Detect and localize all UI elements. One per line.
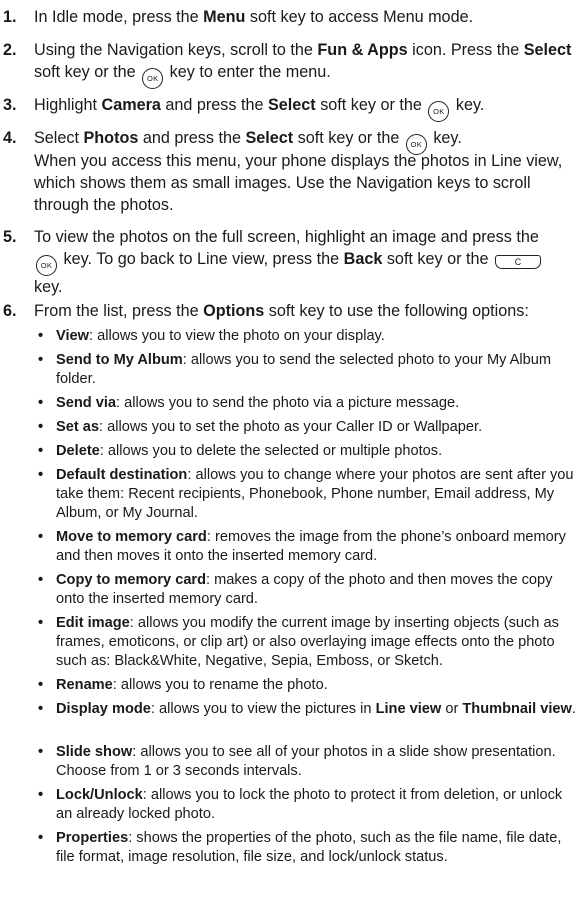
bullet-icon: •	[38, 830, 44, 846]
step-text: To view the photos on the full screen, h…	[34, 226, 580, 298]
bullet-icon: •	[38, 701, 44, 717]
step-number: 2.	[3, 41, 17, 59]
bullet-icon: •	[38, 443, 44, 459]
bullet-icon: •	[38, 744, 44, 760]
step-text: Using the Navigation keys, scroll to the…	[34, 39, 580, 89]
ok-key-icon: OK	[142, 68, 164, 89]
step-text: Highlight Camera and press the Select so…	[34, 94, 580, 122]
step-number: 4.	[3, 129, 17, 147]
step-text: In Idle mode, press the Menu soft key to…	[34, 8, 474, 26]
bullet-icon: •	[38, 395, 44, 411]
ok-key-icon: OK	[36, 255, 57, 276]
clear-key-icon: C	[495, 255, 542, 269]
step-number: 1.	[3, 8, 17, 26]
step-number: 6.	[3, 302, 17, 320]
bullet-icon: •	[38, 328, 44, 344]
bullet-icon: •	[38, 787, 44, 803]
bullet-icon: •	[38, 572, 44, 588]
step-number: 5.	[3, 228, 17, 246]
bullet-icon: •	[38, 419, 44, 435]
bullet-icon: •	[38, 529, 44, 545]
step-text: From the list, press the Options soft ke…	[34, 302, 529, 320]
step-number: 3.	[3, 96, 17, 114]
ok-key-icon: OK	[428, 101, 450, 122]
bullet-icon: •	[38, 677, 44, 693]
menu-key-label: Menu	[203, 8, 246, 26]
bullet-icon: •	[38, 467, 44, 483]
bullet-icon: •	[38, 615, 44, 631]
bullet-icon: •	[38, 352, 44, 368]
